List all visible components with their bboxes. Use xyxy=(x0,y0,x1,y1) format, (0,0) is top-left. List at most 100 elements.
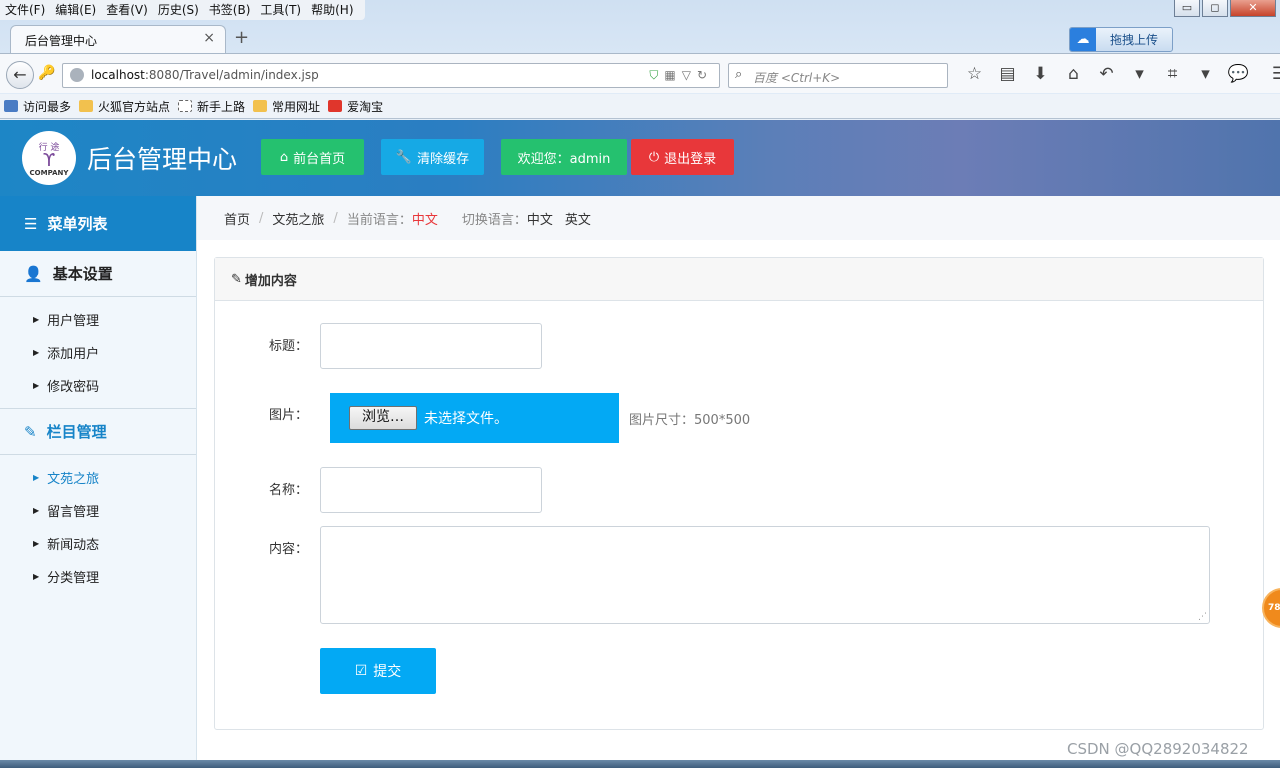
close-window-button[interactable]: ✕ xyxy=(1230,0,1276,17)
frontend-home-button[interactable]: ⌂ 前台首页 xyxy=(261,139,364,175)
floating-badge[interactable]: 78 xyxy=(1262,588,1280,628)
menu-tools[interactable]: 工具(T) xyxy=(255,0,306,20)
sidebar-group-label: 栏目管理 xyxy=(46,423,107,441)
welcome-badge: 欢迎您：admin xyxy=(501,139,627,175)
cloud-icon: ☁ xyxy=(1070,28,1096,51)
search-placeholder: 百度 <Ctrl+K> xyxy=(753,71,841,85)
url-bar[interactable]: localhost:8080/Travel/admin/index.jsp ⛉▦… xyxy=(62,63,720,88)
breadcrumb-current[interactable]: 文苑之旅 xyxy=(272,209,324,228)
clear-cache-button[interactable]: 🔧 清除缓存 xyxy=(381,139,484,175)
submit-button[interactable]: ☑ 提交 xyxy=(320,648,436,694)
caret-right-icon: ▶ xyxy=(33,348,40,357)
image-size-hint: 图片尺寸：500*500 xyxy=(629,413,751,428)
key-icon[interactable]: 🔑 xyxy=(38,65,55,81)
caret-right-icon: ▶ xyxy=(33,572,40,581)
qr-code-icon[interactable]: ▦ xyxy=(664,68,681,82)
browser-tab[interactable]: 后台管理中心 × xyxy=(10,25,226,53)
edit-icon: ✎ xyxy=(231,271,242,287)
panel-title: 增加内容 xyxy=(244,273,297,289)
sidebar-item-label: 修改密码 xyxy=(47,380,100,395)
caret-right-icon: ▶ xyxy=(33,539,40,548)
shield-icon[interactable]: ⛉ xyxy=(649,68,664,82)
sidebar-item-add-user[interactable]: ▶ 添加用户 xyxy=(0,336,196,369)
browse-button[interactable]: 浏览… xyxy=(349,406,417,430)
caret-right-icon: ▶ xyxy=(33,315,40,324)
content-textarea[interactable]: ⋰ xyxy=(320,526,1210,624)
search-bar[interactable]: ⌕ 百度 <Ctrl+K> xyxy=(728,63,948,88)
resize-grip-icon[interactable]: ⋰ xyxy=(1198,612,1207,622)
bookmark-common-urls[interactable]: 常用网址 xyxy=(253,98,320,115)
menu-help[interactable]: 帮助(H) xyxy=(306,0,358,20)
maximize-button[interactable]: ◻ xyxy=(1202,0,1228,17)
bookmark-label: 新手上路 xyxy=(197,99,246,114)
sidebar-item-label: 留言管理 xyxy=(47,505,100,520)
sidebar-item-label: 文苑之旅 xyxy=(47,472,100,487)
dropdown-caret-icon[interactable]: ▾ xyxy=(1123,64,1156,84)
dropdown-caret-icon-2[interactable]: ▾ xyxy=(1189,64,1222,84)
star-icon[interactable]: ☆ xyxy=(958,64,991,84)
breadcrumb-home[interactable]: 首页 xyxy=(224,209,250,228)
menu-bookmarks[interactable]: 书签(B) xyxy=(204,0,256,20)
sidebar-title: 菜单列表 xyxy=(47,215,108,233)
bookmark-label: 爱淘宝 xyxy=(347,99,384,114)
download-icon[interactable]: ⬇ xyxy=(1024,64,1057,84)
menu-history[interactable]: 历史(S) xyxy=(153,0,204,20)
switch-language-english[interactable]: 英文 xyxy=(565,209,591,228)
name-label: 名称： xyxy=(269,483,309,498)
list-icon: ☰ xyxy=(24,214,38,233)
bookmark-most-visited[interactable]: 访问最多 xyxy=(4,98,71,115)
admin-header: 行 途 ϒ COMPANY 后台管理中心 ⌂ 前台首页 🔧 清除缓存 欢迎您：adm… xyxy=(0,120,1280,196)
switch-language-chinese[interactable]: 中文 xyxy=(527,209,553,228)
sidebar-item-category-management[interactable]: ▶ 分类管理 xyxy=(0,560,196,593)
menu-edit[interactable]: 编辑(E) xyxy=(50,0,101,20)
caret-right-icon: ▶ xyxy=(33,473,40,482)
back-arrow-icon[interactable]: ← xyxy=(6,61,34,89)
folder-icon xyxy=(79,100,94,112)
folder-icon xyxy=(253,100,268,112)
bookmark-label: 访问最多 xyxy=(23,99,72,114)
dropdown-icon[interactable]: ▽ xyxy=(682,68,697,82)
menu-view[interactable]: 查看(V) xyxy=(101,0,153,20)
home-icon: ⌂ xyxy=(279,149,289,165)
sidebar-item-news[interactable]: ▶ 新闻动态 xyxy=(0,527,196,560)
tab-close-icon[interactable]: × xyxy=(203,30,215,46)
new-tab-icon[interactable]: + xyxy=(234,27,249,48)
breadcrumb: 首页 / 文苑之旅 / 当前语言： 中文 切换语言： 中文 英文 xyxy=(197,196,1280,240)
sidebar-item-user-management[interactable]: ▶ 用户管理 xyxy=(0,303,196,336)
minimize-button[interactable]: ▭ xyxy=(1174,0,1200,17)
name-input[interactable] xyxy=(320,467,542,513)
sidebar-item-message-management[interactable]: ▶ 留言管理 xyxy=(0,494,196,527)
page-icon xyxy=(178,100,193,112)
title-label: 标题： xyxy=(269,339,309,354)
baidu-upload-button[interactable]: ☁ 拖拽上传 xyxy=(1069,27,1173,52)
bookmark-icon xyxy=(4,100,18,112)
hamburger-menu-icon[interactable]: ☰ xyxy=(1263,64,1280,84)
chat-icon[interactable]: 💬 xyxy=(1222,64,1255,84)
sidebar-group-column-management[interactable]: ✎ 栏目管理 xyxy=(0,409,196,455)
welcome-label: 欢迎您：admin xyxy=(517,151,611,167)
bookmark-taobao[interactable]: 爱淘宝 xyxy=(328,98,383,115)
reload-icon[interactable]: ↻ xyxy=(697,68,713,82)
sidebar-group-label: 基本设置 xyxy=(52,265,113,283)
sidebar-group-basic-settings[interactable]: 👤 基本设置 xyxy=(0,251,196,297)
crop-icon[interactable]: ⌗ xyxy=(1156,64,1189,84)
bookmark-list-icon[interactable]: ▤ xyxy=(991,64,1024,84)
sidebar-item-label: 分类管理 xyxy=(47,571,100,586)
bookmark-getting-started[interactable]: 新手上路 xyxy=(178,98,245,115)
browser-chrome: 文件(F) 编辑(E) 查看(V) 历史(S) 书签(B) 工具(T) 帮助(H… xyxy=(0,0,1280,120)
url-bar-icons: ⛉▦▽↻ xyxy=(649,68,713,83)
wrench-icon: 🔧 xyxy=(395,149,413,165)
bookmark-firefox-site[interactable]: 火狐官方站点 xyxy=(79,98,170,115)
url-path: :8080/Travel/admin/index.jsp xyxy=(144,68,319,82)
undo-icon[interactable]: ↶ xyxy=(1090,64,1123,84)
title-input[interactable] xyxy=(320,323,542,369)
sidebar-group-items: ▶ 文苑之旅 ▶ 留言管理 ▶ 新闻动态 ▶ 分类管理 xyxy=(0,455,196,599)
breadcrumb-separator: / xyxy=(259,210,264,226)
sidebar-item-literary-journey[interactable]: ▶ 文苑之旅 xyxy=(0,461,196,494)
menu-file[interactable]: 文件(F) xyxy=(0,0,50,20)
sidebar-item-label: 添加用户 xyxy=(47,347,100,362)
switch-language-label: 切换语言： xyxy=(461,212,527,228)
sidebar-item-change-password[interactable]: ▶ 修改密码 xyxy=(0,369,196,402)
home-icon[interactable]: ⌂ xyxy=(1057,64,1090,84)
logout-button[interactable]: ⏻ 退出登录 xyxy=(631,139,734,175)
